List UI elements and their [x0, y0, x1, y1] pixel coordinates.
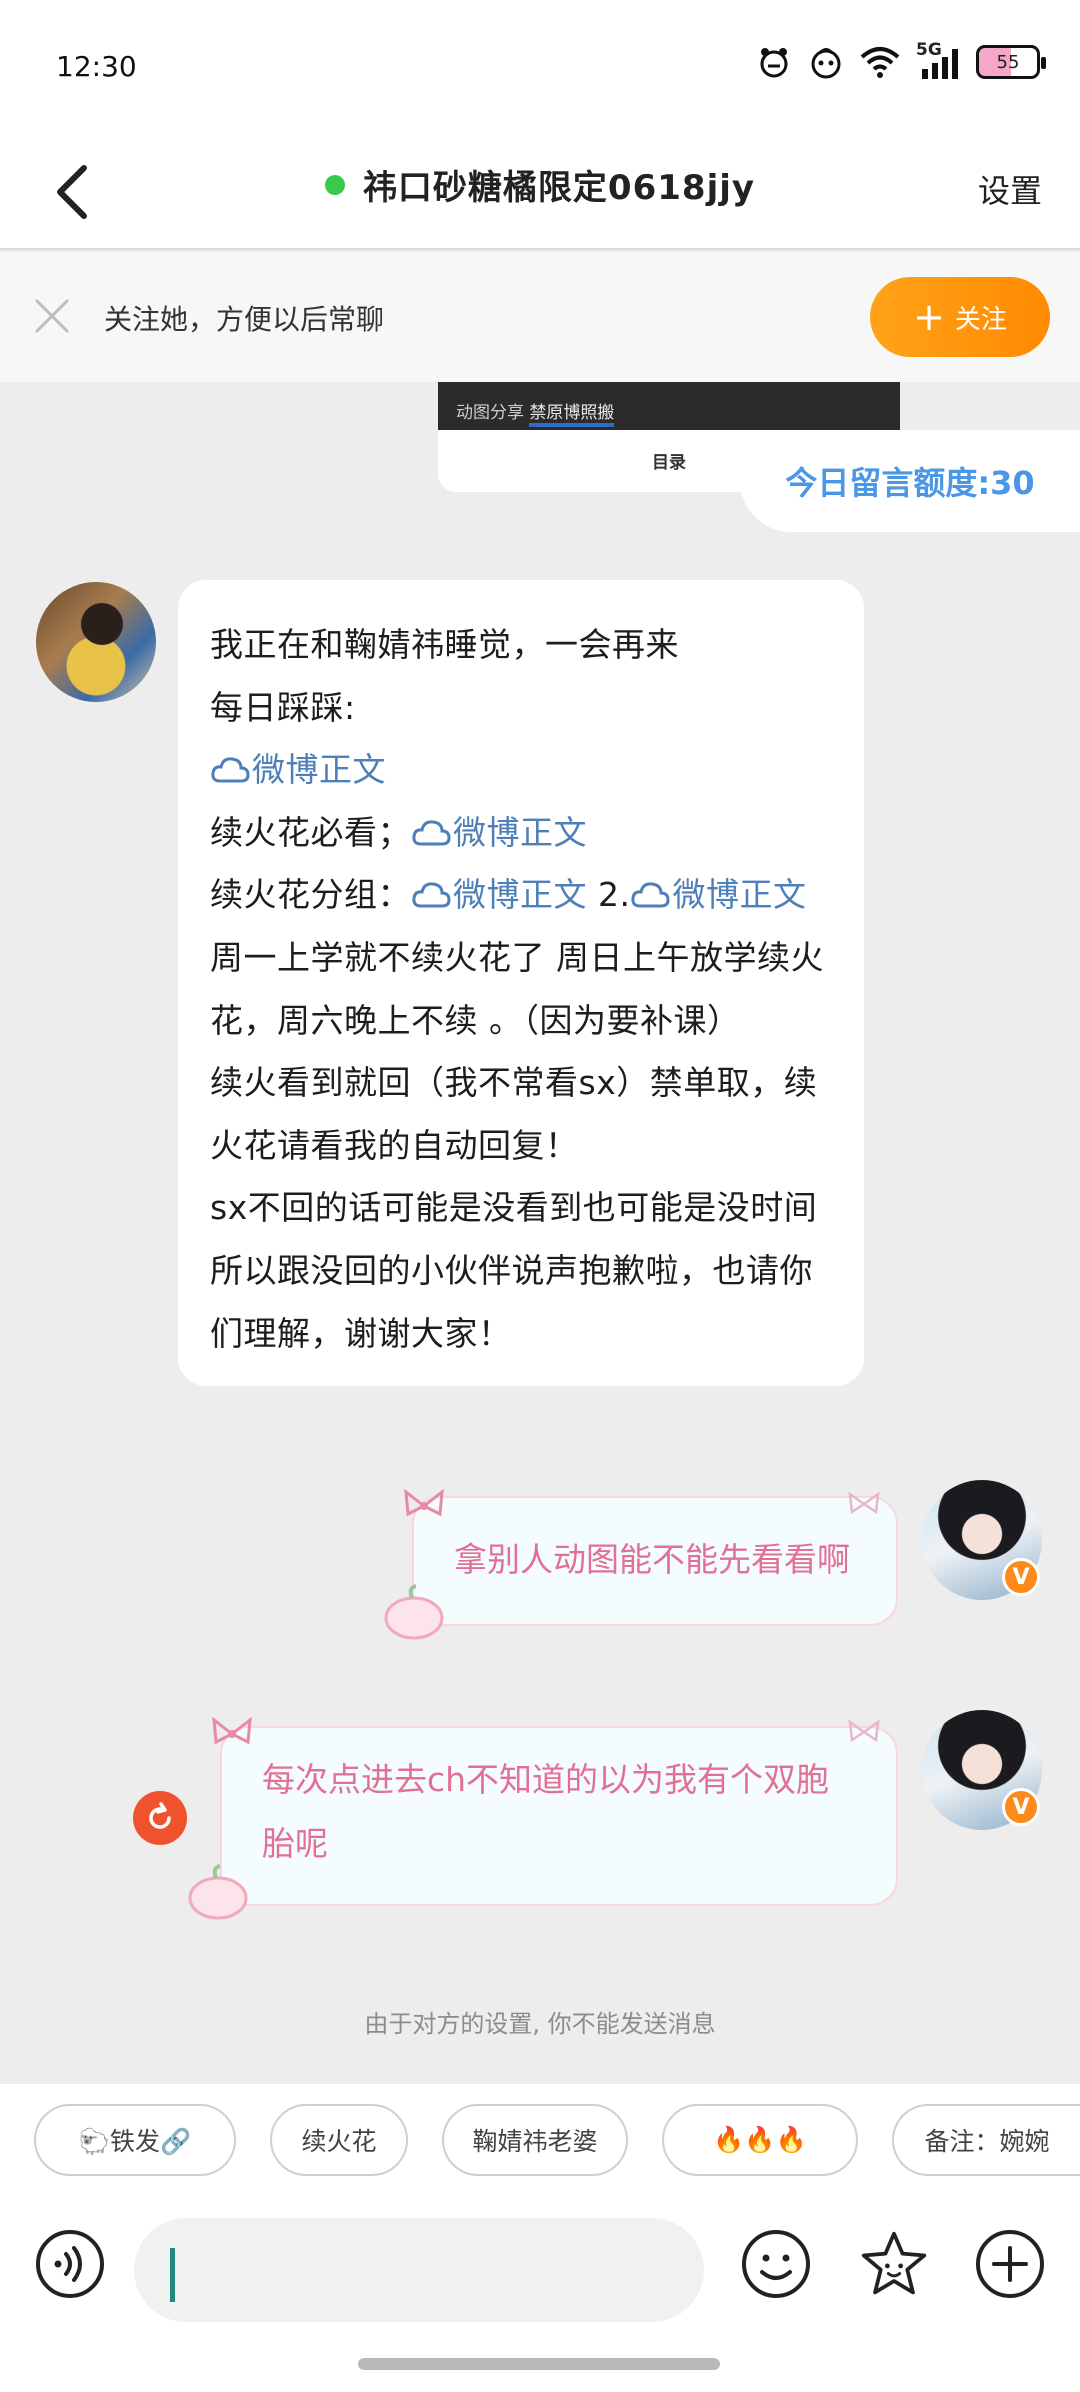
close-icon[interactable] — [30, 294, 74, 338]
outgoing-message-bubble[interactable]: 拿别人动图能不能先看看啊 — [412, 1496, 898, 1626]
chip-item[interactable]: 鞠婧祎老婆 — [442, 2104, 628, 2176]
settings-button[interactable]: 设置 — [978, 166, 1042, 212]
voice-button[interactable] — [34, 2228, 106, 2300]
verified-badge: V — [1002, 1558, 1040, 1596]
message-text: sx不回的话可能是没看到也可能是没时间 — [210, 1188, 818, 1228]
chat-title-wrap: 祎口砂糖橘限定0618jjy — [0, 160, 1080, 209]
voice-icon — [36, 2230, 104, 2298]
weibo-post-link[interactable]: 微博正文 — [453, 802, 587, 865]
peach-decoration-icon — [188, 1864, 248, 1920]
cloud-icon — [411, 864, 451, 927]
app-notification-icon-2 — [808, 42, 844, 82]
follow-button-label: 关注 — [954, 304, 1007, 335]
battery-icon: 55 — [976, 42, 1046, 82]
sender-avatar[interactable] — [36, 582, 156, 702]
weibo-link[interactable]: 微博正文 — [210, 739, 386, 802]
weibo-link[interactable]: 微博正文 — [411, 802, 587, 865]
message-text: 我正在和鞠婧祎睡觉，一会再来 — [210, 625, 679, 664]
bow-decoration-icon — [404, 1488, 444, 1517]
wifi-icon — [860, 42, 900, 82]
follow-button[interactable]: + 关注 — [870, 277, 1050, 357]
cellular-signal-icon: 5G — [916, 40, 960, 82]
status-bar: 12:30 5G 55 — [0, 0, 1080, 130]
message-text-line: 花，周六晚上不续 。（因为要补课） — [210, 990, 834, 1053]
weibo-post-link[interactable]: 微博正文 — [252, 739, 386, 802]
peach-decoration-icon — [384, 1584, 444, 1640]
sticker-button[interactable] — [858, 2228, 930, 2300]
cloud-icon — [210, 739, 250, 802]
plus-circle-icon — [976, 2230, 1044, 2298]
shared-card-highlight: 禁原博照搬 — [529, 403, 615, 427]
bow-decoration-icon — [848, 1719, 880, 1743]
text-cursor — [170, 2248, 175, 2302]
chip-item[interactable]: 续火花 — [270, 2104, 408, 2176]
chip-item[interactable]: 备注：婉婉 — [892, 2104, 1080, 2176]
chat-header: 祎口砂糖橘限定0618jjy 设置 — [0, 130, 1080, 250]
cloud-icon — [630, 864, 670, 927]
message-text-line: 续火花必看； 微博正文 — [210, 802, 834, 865]
message-text-line: sx不回的话可能是没看到也可能是没时间 — [210, 1177, 834, 1240]
message-text: 周一上学就不续火花了 周日上午放学续火 — [210, 937, 824, 977]
message-text: 每日踩踩: — [210, 687, 356, 727]
message-text: 火花请看我的自动回复！ — [210, 1125, 579, 1165]
message-text-line: 胎呢 — [262, 1824, 328, 1863]
message-text-line: 每次点进去ch不知道的以为我有个双胞 — [262, 1760, 830, 1799]
message-text-line: 微博正文 — [210, 739, 834, 802]
message-text-line: 火花请看我的自动回复！ — [210, 1115, 834, 1178]
follow-hint-text: 关注她，方便以后常聊 — [104, 303, 385, 336]
retry-icon — [149, 1802, 171, 1829]
emoji-button[interactable] — [740, 2228, 812, 2300]
bow-decoration-icon — [212, 1716, 252, 1745]
message-text-line: 续火花分组： 微博正文 2. 微博正文 — [210, 864, 834, 927]
weibo-post-link[interactable]: 微博正文 — [453, 864, 587, 927]
weibo-link[interactable]: 微博正文 — [411, 864, 587, 927]
incoming-message-bubble[interactable]: 我正在和鞠婧祎睡觉，一会再来 每日踩踩: 微博正文 续火花必看； 微博正文 续火花分组：微… — [178, 580, 864, 1386]
shared-card-text: 动图分享 — [456, 403, 530, 423]
bow-decoration-icon — [848, 1491, 880, 1515]
emoji-icon — [742, 2230, 810, 2298]
plus-icon: + — [913, 295, 945, 339]
status-icons: 5G 55 — [756, 40, 1046, 82]
chip-item[interactable]: 🔥🔥🔥 — [662, 2104, 858, 2176]
message-text: 所以跟没回的小伙伴说声抱歉啦，也请你 — [210, 1250, 813, 1290]
daily-quota-badge: 今日留言额度:30 — [740, 430, 1080, 532]
message-text: 2. — [587, 875, 631, 915]
cloud-icon — [411, 802, 451, 865]
message-text-line: 续火看到就回（我不常看sx）禁单取，续 — [210, 1052, 834, 1115]
message-text: 续火花分组： — [210, 875, 411, 915]
shared-card-header: 动图分享 禁原博照搬 — [438, 382, 900, 430]
message-text: 拿别人动图能不能先看看啊 — [454, 1540, 850, 1579]
status-time: 12:30 — [56, 50, 137, 83]
message-text-line: 我正在和鞠婧祎睡觉，一会再来 — [210, 614, 834, 677]
chat-title[interactable]: 祎口砂糖橘限定0618jjy — [363, 160, 755, 209]
battery-level: 55 — [976, 45, 1046, 79]
sticker-icon — [861, 2231, 927, 2295]
message-text: 们理解，谢谢大家！ — [210, 1313, 512, 1353]
chip-item[interactable]: 🐑铁发🔗 — [34, 2104, 236, 2176]
message-text-line: 们理解，谢谢大家！ — [210, 1303, 834, 1366]
resend-button[interactable] — [133, 1791, 187, 1845]
online-status-dot — [324, 174, 345, 195]
weibo-link[interactable]: 微博正文 — [630, 864, 806, 927]
home-indicator[interactable] — [358, 2358, 720, 2370]
message-text: 续火花必看； — [210, 812, 411, 852]
message-text-line: 每日踩踩: — [210, 677, 834, 740]
verified-badge: V — [1002, 1788, 1040, 1826]
message-text: 续火看到就回（我不常看sx）禁单取，续 — [210, 1063, 818, 1103]
app-notification-icon — [756, 42, 792, 82]
message-text-line: 周一上学就不续火花了 周日上午放学续火 — [210, 927, 834, 990]
outgoing-message-bubble[interactable]: 每次点进去ch不知道的以为我有个双胞 胎呢 — [220, 1726, 898, 1906]
message-input[interactable] — [134, 2218, 704, 2322]
quick-reply-chips: 🐑铁发🔗 续火花 鞠婧祎老婆 🔥🔥🔥 备注：婉婉 — [0, 2084, 1080, 2208]
more-button[interactable] — [974, 2228, 1046, 2300]
message-text: 花，周六晚上不续 。（因为要补课） — [210, 1000, 741, 1040]
follow-suggestion-bar: 关注她，方便以后常聊 + 关注 — [0, 252, 1080, 382]
network-type: 5G — [916, 40, 942, 60]
weibo-post-link[interactable]: 微博正文 — [672, 864, 806, 927]
cannot-send-notice: 由于对方的设置, 你不能发送消息 — [364, 2010, 716, 2038]
message-text-line: 所以跟没回的小伙伴说声抱歉啦，也请你 — [210, 1240, 834, 1303]
